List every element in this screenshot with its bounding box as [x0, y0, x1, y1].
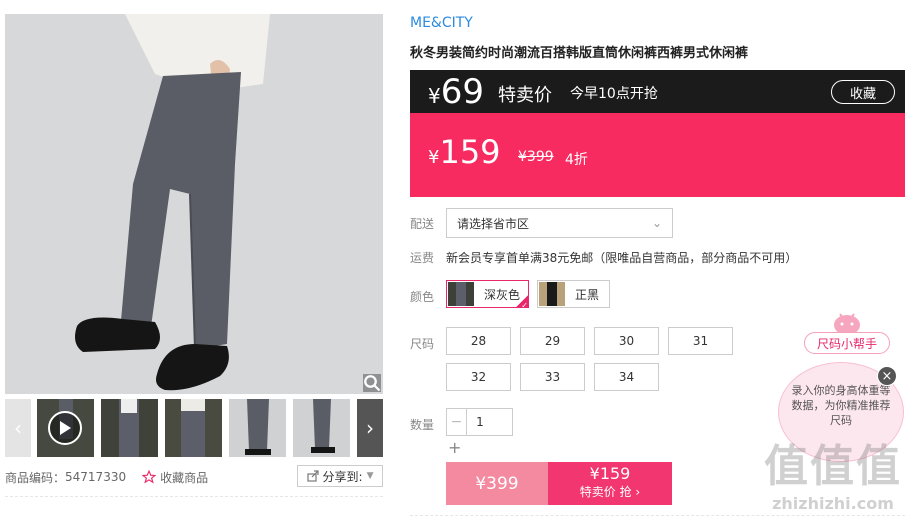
- color-option-black[interactable]: 正黑: [537, 280, 610, 308]
- thumbnail-prev-button[interactable]: ‹: [5, 399, 31, 457]
- size-helper-button[interactable]: 尺码小帮手: [804, 332, 890, 354]
- discount-label: 4折: [565, 152, 588, 168]
- product-code-value: 54717330: [65, 470, 127, 484]
- flash-sale-bar: ¥69 特卖价 今早10点开抢 收藏: [410, 70, 905, 113]
- thumbnail-next-button[interactable]: ›: [357, 399, 383, 457]
- flash-sale-start-time: 今早10点开抢: [570, 86, 658, 102]
- size-option-31[interactable]: 31: [668, 327, 733, 355]
- size-option-28[interactable]: 28: [446, 327, 511, 355]
- size-option-34[interactable]: 34: [594, 363, 659, 391]
- size-option-29[interactable]: 29: [520, 327, 585, 355]
- magnifier-icon: [364, 375, 381, 392]
- chevron-right-icon: ›: [366, 416, 374, 440]
- delivery-label: 配送: [410, 217, 435, 231]
- divider: [410, 515, 905, 516]
- thumbnail-image: [229, 399, 286, 457]
- price-currency: ¥: [428, 147, 440, 168]
- trousers-photo: [5, 14, 383, 394]
- quantity-minus-button[interactable]: −: [447, 409, 467, 435]
- quantity-stepper: − 1: [446, 408, 513, 436]
- share-label: 分享到:: [322, 469, 363, 484]
- thumbnail-strip: ‹ ›: [5, 399, 383, 457]
- thumbnail-item[interactable]: [165, 399, 222, 457]
- shipping-label: 运费: [410, 251, 435, 265]
- close-icon[interactable]: ×: [877, 366, 897, 386]
- color-option-label: 正黑: [575, 287, 600, 302]
- original-price: ¥399: [518, 149, 554, 165]
- star-icon: [142, 470, 157, 484]
- thumbnail-item[interactable]: [101, 399, 158, 457]
- region-placeholder: 请选择省市区: [457, 216, 530, 231]
- chevron-left-icon: ‹: [14, 416, 22, 440]
- selected-check-icon: ✓: [515, 294, 529, 310]
- region-select[interactable]: 请选择省市区 ⌄: [446, 208, 673, 238]
- chevron-right-icon: ›: [635, 485, 641, 499]
- shipping-text: 新会员专享首单满38元免邮（限唯品自营商品，部分商品不可用）: [446, 251, 798, 265]
- flash-sale-label: 特卖价: [498, 85, 552, 106]
- size-option-33[interactable]: 33: [520, 363, 585, 391]
- thumbnail-image: [165, 399, 222, 457]
- size-option-30[interactable]: 30: [594, 327, 659, 355]
- flash-currency: ¥: [428, 84, 441, 108]
- buy-price: ¥159: [589, 464, 631, 483]
- current-price-value: 159: [439, 133, 501, 171]
- flash-sale-buy-button[interactable]: ¥159 特卖价 抢 ›: [548, 462, 672, 505]
- color-label: 颜色: [410, 290, 435, 304]
- share-dropdown[interactable]: 分享到: ▼: [297, 465, 383, 487]
- buy-label: 特卖价 抢: [579, 485, 632, 499]
- size-helper-text: 录入你的身高体重等数据，为你精准推荐尺码: [791, 384, 891, 427]
- current-price: ¥159: [428, 133, 501, 177]
- product-title: 秋冬男装简约时尚潮流百搭韩版直筒休闲裤西裤男式休闲裤: [410, 46, 749, 61]
- thumbnail-item[interactable]: [293, 399, 350, 457]
- thumbnail-image: [101, 399, 158, 457]
- favorite-label: 收藏商品: [160, 470, 209, 485]
- size-option-32[interactable]: 32: [446, 363, 511, 391]
- play-icon: [48, 411, 82, 445]
- thumbnail-video[interactable]: [37, 399, 94, 457]
- chevron-down-icon: ⌄: [651, 216, 662, 230]
- quantity-input[interactable]: 1: [467, 409, 493, 435]
- main-product-image[interactable]: [5, 14, 383, 394]
- flash-sale-price: ¥69: [428, 72, 484, 116]
- color-swatch-image: [448, 282, 474, 306]
- size-label: 尺码: [410, 337, 435, 351]
- share-icon: [306, 470, 319, 482]
- color-option-dark-gray[interactable]: 深灰色 ✓: [446, 280, 529, 310]
- original-price-buy-button[interactable]: ¥399: [446, 462, 548, 505]
- thumbnail-image: [293, 399, 350, 457]
- thumbnail-item[interactable]: [229, 399, 286, 457]
- divider: [5, 496, 383, 497]
- collect-button[interactable]: 收藏: [831, 80, 895, 104]
- favorite-button[interactable]: 收藏商品: [142, 469, 208, 486]
- flash-price-value: 69: [440, 72, 484, 112]
- quantity-plus-button[interactable]: +: [448, 438, 461, 457]
- zoom-button[interactable]: [363, 374, 381, 392]
- quantity-label: 数量: [410, 418, 435, 432]
- brand-link[interactable]: ME&CITY: [410, 15, 473, 31]
- price-box: ¥159 ¥399 4折: [410, 113, 905, 197]
- caret-down-icon: ▼: [366, 471, 374, 481]
- watermark-url: zhizhizhi.com: [772, 494, 894, 513]
- product-meta-row: 商品编码： 54717330 收藏商品 分享到: ▼: [5, 463, 383, 491]
- product-code-label: 商品编码：: [5, 470, 66, 485]
- color-swatch-image: [539, 282, 565, 306]
